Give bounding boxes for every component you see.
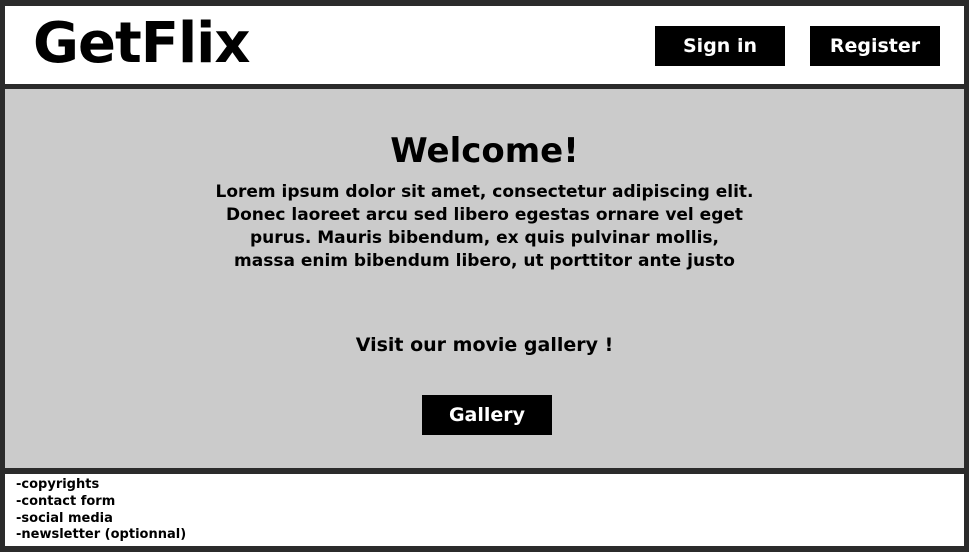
footer-list: -copyrights -contact form -social media … bbox=[16, 477, 186, 544]
footer-item-newsletter: -newsletter (optionnal) bbox=[16, 527, 187, 543]
header-bar: GetFlix Sign in Register bbox=[5, 6, 964, 84]
gallery-cta-text: Visit our movie gallery ! bbox=[355, 334, 614, 356]
register-button[interactable]: Register bbox=[810, 26, 940, 66]
sign-in-button[interactable]: Sign in bbox=[655, 26, 785, 66]
footer-item-copyrights: -copyrights bbox=[16, 477, 100, 492]
intro-line: Lorem ipsum dolor sit amet, consectetur … bbox=[215, 182, 754, 202]
footer: -copyrights -contact form -social media … bbox=[5, 474, 964, 546]
page-frame: GetFlix Sign in Register Welcome! Lorem … bbox=[0, 0, 969, 552]
footer-item-social-media: -social media bbox=[16, 510, 113, 526]
intro-line: Donec laoreet arcu sed libero egestas or… bbox=[225, 205, 744, 225]
footer-item-contact-form: -contact form bbox=[16, 493, 116, 509]
intro-line: purus. Mauris bibendum, ex quis pulvinar… bbox=[249, 228, 720, 248]
intro-paragraph: Lorem ipsum dolor sit amet, consectetur … bbox=[205, 181, 764, 273]
main-content: Welcome! Lorem ipsum dolor sit amet, con… bbox=[5, 89, 964, 468]
welcome-title: Welcome! bbox=[390, 131, 579, 171]
site-logo[interactable]: GetFlix bbox=[33, 8, 250, 80]
intro-line: massa enim bibendum libero, ut porttitor… bbox=[234, 251, 735, 271]
gallery-button[interactable]: Gallery bbox=[422, 395, 552, 435]
